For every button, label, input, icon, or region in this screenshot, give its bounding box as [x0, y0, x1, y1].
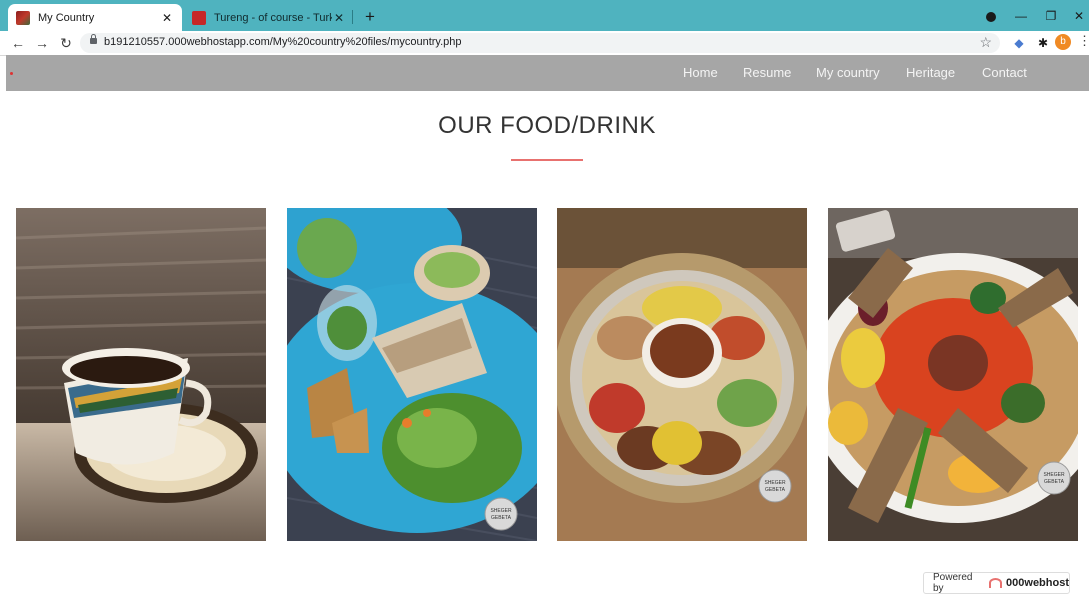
- photo-coffee-cup: [16, 208, 266, 541]
- photo-wrap-plate: SHEGER GEBETA: [287, 208, 537, 541]
- browser-toolbar: ← → ↻ b191210557.000webhostapp.com/My%20…: [0, 31, 1089, 56]
- tab-title: Tureng - of course - Turkish Engl: [214, 11, 332, 24]
- nav-contact[interactable]: Contact: [982, 65, 1027, 80]
- nav-heritage[interactable]: Heritage: [906, 65, 955, 80]
- nav-home[interactable]: Home: [683, 65, 718, 80]
- puzzle-icon[interactable]: ✱: [1034, 34, 1052, 52]
- media-control-icon[interactable]: [980, 6, 1002, 26]
- lock-icon: [90, 34, 97, 44]
- tureng-favicon-icon: [192, 10, 206, 25]
- nav-resume[interactable]: Resume: [743, 65, 791, 80]
- tab-my-country[interactable]: My Country ✕: [8, 4, 182, 31]
- close-tab-icon[interactable]: ✕: [332, 11, 346, 25]
- title-underline: [511, 159, 583, 161]
- forward-arrow-icon[interactable]: →: [32, 33, 52, 53]
- watermark-text: GEBETA: [765, 487, 786, 493]
- extension-icon[interactable]: ◆: [1010, 34, 1028, 52]
- nav-my-country[interactable]: My country: [816, 65, 880, 80]
- watermark-text: SHEGER: [1043, 472, 1065, 478]
- new-tab-button[interactable]: +: [360, 7, 380, 27]
- menu-dots-icon[interactable]: ⋮: [1078, 33, 1089, 49]
- photo-injera-platter: SHEGER GEBETA: [557, 208, 807, 541]
- url-text: b191210557.000webhostapp.com/My%20countr…: [104, 36, 462, 48]
- reload-icon[interactable]: ↻: [56, 33, 76, 53]
- section-title: OUR FOOD/DRINK: [438, 112, 656, 139]
- close-window-button[interactable]: ✕: [1068, 6, 1089, 26]
- tab-separator: [352, 10, 353, 24]
- flag-favicon-icon: [16, 10, 30, 25]
- powered-by-text: Powered by: [933, 572, 973, 594]
- tab-tureng[interactable]: Tureng - of course - Turkish Engl ✕: [184, 4, 354, 31]
- watermark-text: GEBETA: [491, 515, 512, 521]
- tab-title: My Country: [38, 11, 95, 24]
- close-tab-icon[interactable]: ✕: [160, 11, 174, 25]
- watermark-text: GEBETA: [1044, 479, 1065, 485]
- photo-injera-feast: SHEGER GEBETA: [828, 208, 1078, 541]
- bookmark-star-icon[interactable]: ☆: [979, 34, 992, 51]
- site-navbar: Home Resume My country Heritage Contact: [6, 55, 1089, 91]
- logo-mark: [10, 72, 13, 75]
- powered-by-brand: 000webhost: [1006, 577, 1069, 589]
- watermark-text: SHEGER: [764, 480, 786, 486]
- address-bar[interactable]: b191210557.000webhostapp.com/My%20countr…: [80, 33, 1000, 53]
- restore-button[interactable]: ❐: [1040, 6, 1062, 26]
- watermark-text: SHEGER: [490, 508, 512, 514]
- browser-tab-strip: My Country ✕ Tureng - of course - Turkis…: [0, 0, 1089, 31]
- powered-by-badge[interactable]: Powered by 000webhost: [923, 572, 1070, 594]
- back-arrow-icon[interactable]: ←: [8, 33, 28, 53]
- webhost-logo-icon: [988, 578, 1003, 588]
- profile-avatar[interactable]: b: [1055, 34, 1071, 50]
- minimize-button[interactable]: —: [1010, 6, 1032, 26]
